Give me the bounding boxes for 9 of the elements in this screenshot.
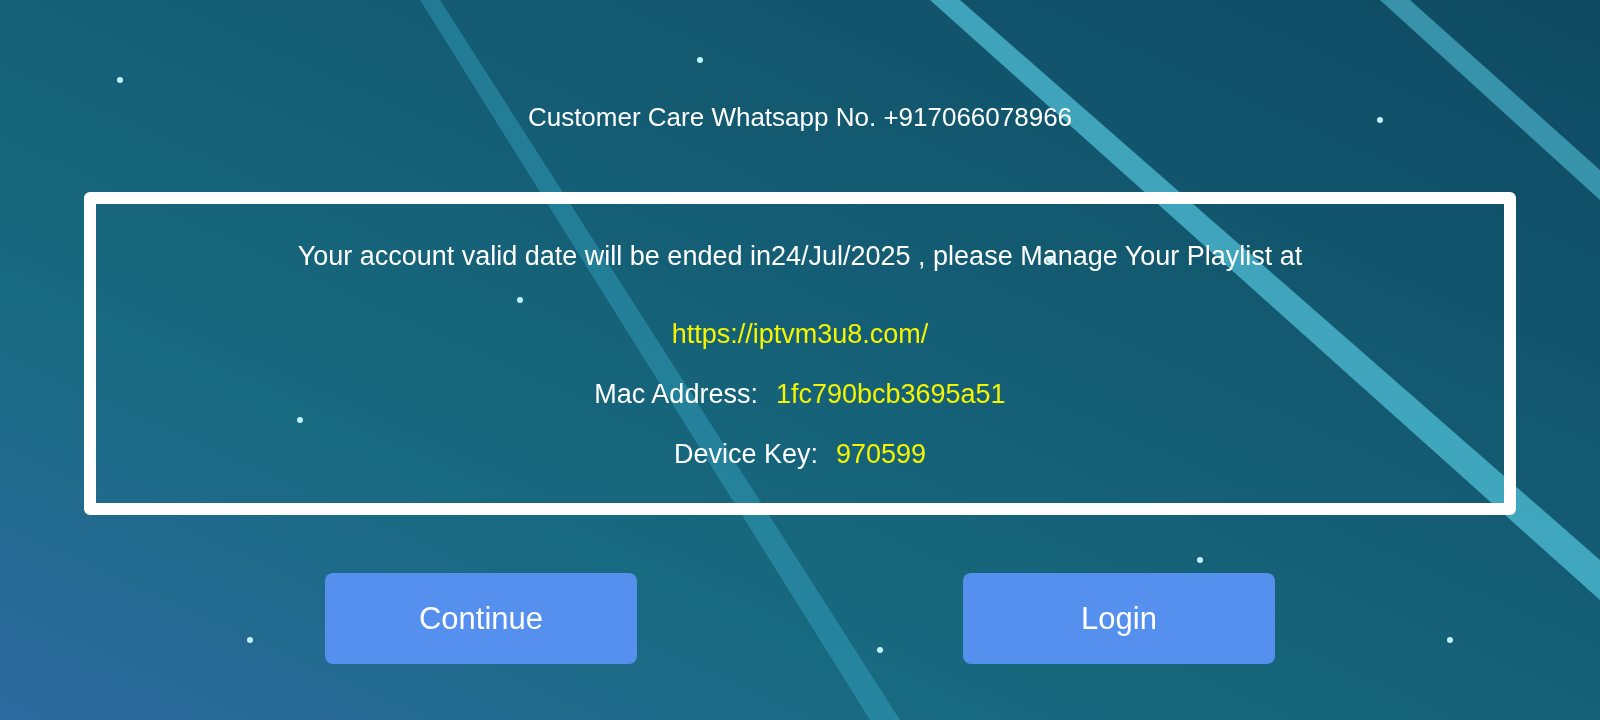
field-label: Device Key: (673, 438, 818, 470)
action-button[interactable]: Continue (325, 573, 637, 664)
playlist-link[interactable]: https://iptvm3u8.com/ (671, 318, 929, 350)
action-button[interactable]: Login (963, 573, 1275, 664)
expiry-message: Your account valid date will be ended in24/Jul/2025 , please Manage Your Playlist at (297, 240, 1303, 272)
customer-care-text: Customer Care Whatsapp No. +917066078966 (527, 102, 1073, 132)
field-value: 1fc790bcb3695a51 (775, 378, 1006, 410)
field-value: 970599 (835, 438, 927, 470)
field-label: Mac Address: (594, 378, 758, 410)
